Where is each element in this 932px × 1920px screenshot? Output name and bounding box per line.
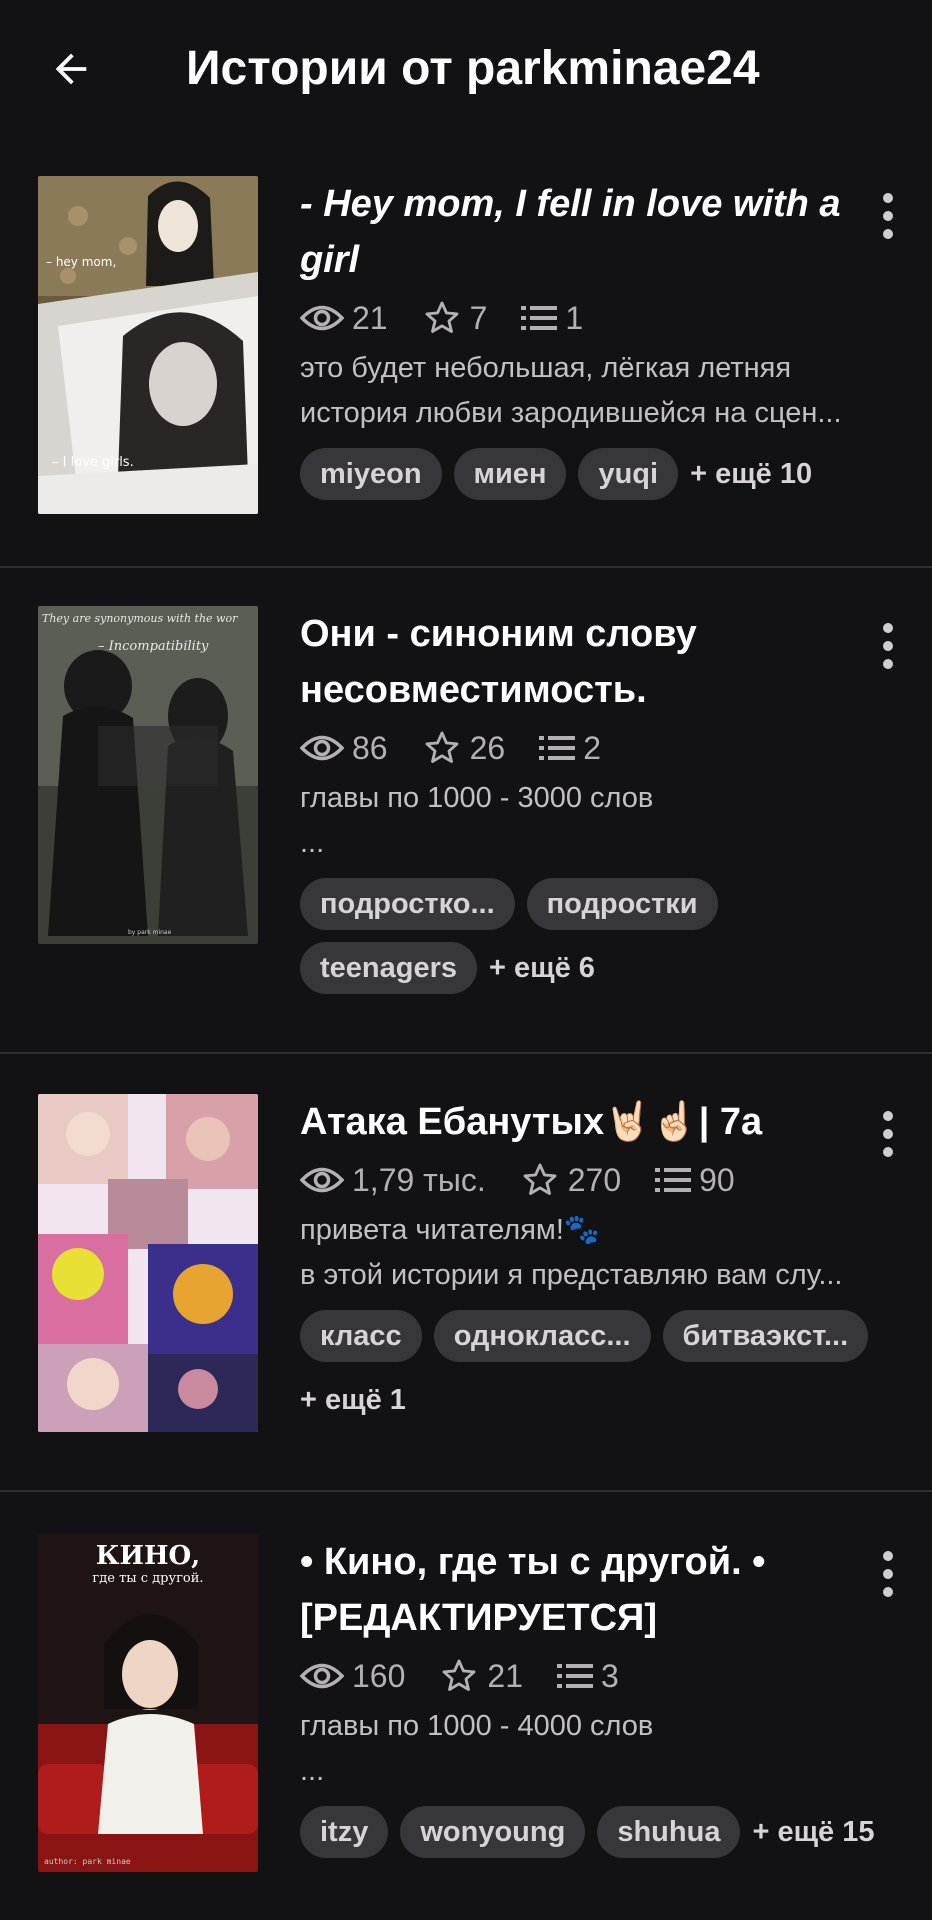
tag-list: miyeon миен yuqi + ещё 10 xyxy=(300,448,890,512)
reads-count: 21 xyxy=(300,300,388,337)
story-stats: 1,79 тыс. 270 90 xyxy=(300,1152,890,1208)
story-item[interactable]: КИНО, где ты с другой. author: park mina… xyxy=(0,1492,932,1920)
eye-icon xyxy=(300,1167,344,1193)
cover-caption: – I love girls. xyxy=(52,455,134,470)
parts-count: 2 xyxy=(539,730,601,767)
story-title[interactable]: - Hey mom, I fell in love with a girl xyxy=(300,176,890,288)
reads-count: 1,79 тыс. xyxy=(300,1162,486,1199)
tag-list: itzy wonyoung shuhua + ещё 15 xyxy=(300,1806,890,1870)
more-tags-link[interactable]: + ещё 10 xyxy=(690,448,812,500)
story-description: история любви зародившейся на сцен... xyxy=(300,397,842,429)
story-description: ... xyxy=(300,1755,325,1787)
star-icon xyxy=(425,731,459,763)
cover-caption: author: park minae xyxy=(44,1857,131,1866)
top-app-bar: Истории от parkminae24 xyxy=(0,0,932,140)
cover-caption: – Incompatibility xyxy=(98,639,209,654)
tag-list: класс однокласс... битваэкст... + ещё 1 xyxy=(300,1310,890,1426)
tag-chip[interactable]: itzy xyxy=(300,1806,389,1858)
story-description: главы по 1000 - 4000 слов xyxy=(300,1710,654,1742)
page-title: Истории от parkminae24 xyxy=(186,42,760,95)
more-tags-link[interactable]: + ещё 6 xyxy=(489,942,595,994)
votes-count: 26 xyxy=(422,729,505,767)
cover-caption: They are synonymous with the wor xyxy=(42,612,238,625)
cover-caption: – hey mom, xyxy=(46,255,116,269)
tag-chip[interactable]: класс xyxy=(300,1310,422,1362)
story-description: это будет небольшая, лёгкая летняя xyxy=(300,352,792,384)
story-description: в этой истории я представляю вам слу... xyxy=(300,1259,843,1291)
reads-count: 86 xyxy=(300,730,388,767)
eye-icon xyxy=(300,305,344,331)
more-tags-link[interactable]: + ещё 15 xyxy=(752,1806,874,1858)
story-stats: 86 26 2 xyxy=(300,720,890,776)
tag-chip[interactable]: wonyoung xyxy=(400,1806,586,1858)
cover-caption: КИНО, xyxy=(96,1541,200,1571)
tag-chip[interactable]: однокласс... xyxy=(433,1310,651,1362)
tag-chip[interactable]: shuhua xyxy=(597,1806,741,1858)
story-cover[interactable]: КИНО, где ты с другой. author: park mina… xyxy=(38,1534,258,1872)
story-title[interactable]: • Кино, где ты с другой. • [РЕДАКТИРУЕТС… xyxy=(300,1534,890,1646)
more-options-icon[interactable] xyxy=(870,1544,906,1604)
story-title[interactable]: Атака Ебанутых🤘🏻☝🏻| 7а xyxy=(300,1094,890,1150)
list-icon xyxy=(539,736,576,760)
parts-count: 90 xyxy=(655,1162,735,1199)
star-icon xyxy=(523,1163,557,1195)
eye-icon xyxy=(300,1663,344,1689)
tag-chip[interactable]: подростки xyxy=(526,878,718,930)
cover-caption: by park minae xyxy=(128,929,172,936)
back-button[interactable] xyxy=(38,36,104,102)
story-stats: 21 7 1 xyxy=(300,290,890,346)
more-options-icon[interactable] xyxy=(870,1104,906,1164)
tag-chip[interactable]: teenagers xyxy=(300,942,478,994)
story-item[interactable]: – hey mom, – I love girls. - Hey mom, I … xyxy=(0,140,932,568)
parts-count: 1 xyxy=(521,300,583,337)
story-stats: 160 21 3 xyxy=(300,1648,890,1704)
tag-chip[interactable]: подростко... xyxy=(300,878,515,930)
tag-chip[interactable]: miyeon xyxy=(300,448,442,500)
story-item[interactable]: They are synonymous with the wor – Incom… xyxy=(0,568,932,1054)
story-cover[interactable]: They are synonymous with the wor – Incom… xyxy=(38,606,258,944)
eye-icon xyxy=(300,735,344,761)
story-description: привета читателям!🐾 xyxy=(300,1214,601,1246)
star-icon xyxy=(442,1659,476,1691)
arrow-left-icon xyxy=(55,53,87,85)
votes-count: 21 xyxy=(439,1657,523,1695)
more-options-icon[interactable] xyxy=(870,616,906,676)
story-cover[interactable]: – hey mom, – I love girls. xyxy=(38,176,258,514)
story-cover[interactable] xyxy=(38,1094,258,1432)
more-options-icon[interactable] xyxy=(870,186,906,246)
tag-chip[interactable]: битваэкст... xyxy=(662,1310,869,1362)
tag-list: подростко... подростки teenagers + ещё 6 xyxy=(300,878,890,1006)
list-icon xyxy=(655,1168,692,1192)
tag-chip[interactable]: yuqi xyxy=(578,448,679,500)
tag-chip[interactable]: миен xyxy=(453,448,567,500)
parts-count: 3 xyxy=(556,1658,619,1695)
story-description: главы по 1000 - 3000 слов xyxy=(300,782,654,814)
list-icon xyxy=(521,306,558,330)
reads-count: 160 xyxy=(300,1658,405,1695)
star-icon xyxy=(425,301,459,333)
story-item[interactable]: Атака Ебанутых🤘🏻☝🏻| 7а 1,79 тыс. 270 90 … xyxy=(0,1054,932,1492)
list-icon xyxy=(556,1664,593,1688)
more-tags-link[interactable]: + ещё 1 xyxy=(300,1374,406,1426)
story-description: ... xyxy=(300,827,325,859)
votes-count: 7 xyxy=(422,299,487,337)
votes-count: 270 xyxy=(520,1161,621,1199)
story-title[interactable]: Они - синоним слову несовместимость. xyxy=(300,606,890,718)
cover-caption: где ты с другой. xyxy=(92,1571,203,1586)
